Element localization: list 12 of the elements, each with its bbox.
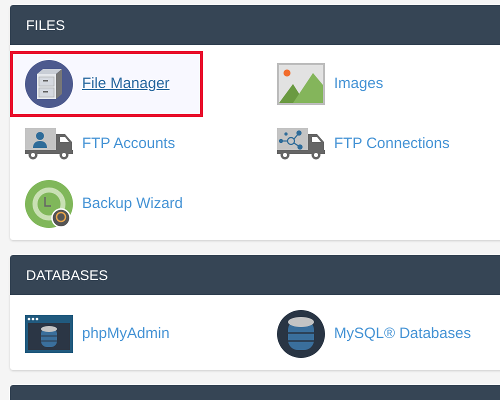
tool-link[interactable]: phpMyAdmin bbox=[10, 301, 173, 367]
backup-clock-icon bbox=[25, 180, 73, 228]
file-cabinet-icon bbox=[25, 60, 73, 108]
tool-link[interactable]: MySQL® Databases bbox=[262, 301, 474, 367]
truck-with-network-icon bbox=[277, 128, 325, 160]
database-icon bbox=[277, 310, 325, 358]
section-title: DATABASES bbox=[26, 266, 108, 284]
image-icon bbox=[277, 63, 325, 105]
section-title: FILES bbox=[26, 16, 65, 34]
database-window-icon bbox=[25, 315, 73, 353]
truck-with-person-icon bbox=[25, 128, 73, 160]
tool-link[interactable]: File Manager bbox=[10, 51, 203, 117]
